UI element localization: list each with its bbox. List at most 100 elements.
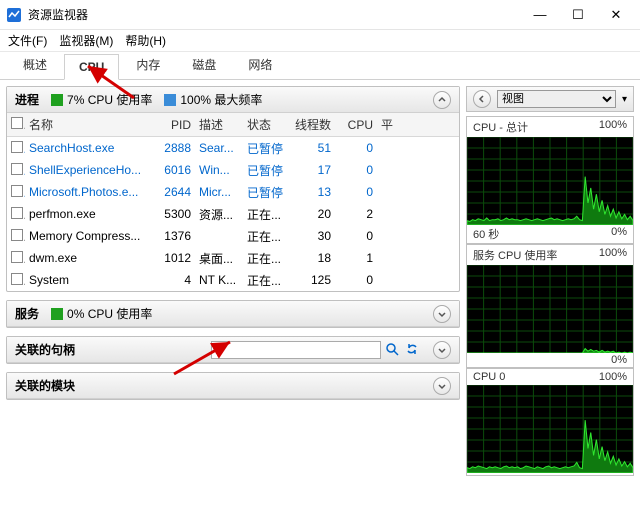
table-row[interactable]: ShellExperienceHo...6016Win...已暂停170: [7, 159, 459, 181]
cell-cpu: 0: [335, 185, 377, 199]
cell-name: System: [25, 273, 153, 287]
cell-status: 已暂停: [243, 184, 287, 201]
refresh-icon[interactable]: [405, 342, 421, 358]
cell-name: SearchHost.exe: [25, 141, 153, 155]
row-checkbox[interactable]: [11, 251, 23, 263]
chart-title: CPU - 总计: [473, 119, 528, 135]
services-cpu-icon: [51, 308, 63, 320]
cell-pid: 2644: [153, 185, 195, 199]
close-button[interactable]: ✕: [604, 7, 628, 23]
cell-threads: 18: [287, 251, 335, 265]
row-checkbox[interactable]: [11, 141, 23, 153]
cell-threads: 20: [287, 207, 335, 221]
handles-title: 关联的句柄: [15, 341, 75, 358]
cell-desc: 桌面...: [195, 250, 243, 267]
col-threads[interactable]: 线程数: [287, 116, 335, 133]
chart-min: 0%: [611, 226, 627, 242]
cell-pid: 4: [153, 273, 195, 287]
cell-status: 已暂停: [243, 162, 287, 179]
cell-cpu: 1: [335, 251, 377, 265]
select-all-checkbox[interactable]: [11, 117, 23, 129]
modules-panel: 关联的模块: [6, 372, 460, 400]
expand-services-icon[interactable]: [433, 305, 451, 323]
tab-cpu[interactable]: CPU: [64, 54, 119, 80]
cell-status: 正在...: [243, 250, 287, 267]
minimize-button[interactable]: —: [528, 7, 552, 23]
col-avg[interactable]: 平: [377, 116, 405, 133]
table-row[interactable]: Memory Compress...1376正在...300: [7, 225, 459, 247]
chart-title: CPU 0: [473, 371, 505, 383]
cell-pid: 5300: [153, 207, 195, 221]
cpu-usage-label: 7% CPU 使用率: [67, 91, 152, 108]
col-status[interactable]: 状态: [243, 116, 287, 133]
tab-memory[interactable]: 内存: [121, 50, 175, 79]
cell-threads: 30: [287, 229, 335, 243]
max-freq-icon: [164, 94, 176, 106]
cell-status: 已暂停: [243, 140, 287, 157]
cell-threads: 13: [287, 185, 335, 199]
menu-file[interactable]: 文件(F): [8, 32, 47, 49]
row-checkbox[interactable]: [11, 163, 23, 175]
cell-pid: 1376: [153, 229, 195, 243]
modules-title: 关联的模块: [15, 377, 75, 394]
services-cpu-label: 0% CPU 使用率: [67, 305, 152, 322]
table-row[interactable]: perfmon.exe5300资源...正在...202: [7, 203, 459, 225]
row-checkbox[interactable]: [11, 207, 23, 219]
menu-help[interactable]: 帮助(H): [125, 32, 166, 49]
window-title: 资源监视器: [28, 6, 528, 23]
cell-threads: 51: [287, 141, 335, 155]
processes-panel: 进程 7% CPU 使用率 100% 最大频率 名称 PID 描述 状态 线程数…: [6, 86, 460, 292]
max-freq-label: 100% 最大频率: [180, 91, 262, 108]
col-desc[interactable]: 描述: [195, 116, 243, 133]
tab-disk[interactable]: 磁盘: [177, 50, 231, 79]
menubar: 文件(F) 监视器(M) 帮助(H): [0, 30, 640, 52]
maximize-button[interactable]: ☐: [566, 7, 590, 23]
handles-panel: 关联的句柄: [6, 336, 460, 364]
cell-name: Microsoft.Photos.e...: [25, 185, 153, 199]
handles-search-input[interactable]: [211, 341, 381, 359]
chart: CPU - 总计100%60 秒0%: [466, 116, 634, 244]
col-name[interactable]: 名称: [25, 116, 153, 133]
dropdown-icon[interactable]: ▾: [622, 94, 627, 105]
search-icon[interactable]: [385, 342, 401, 358]
menu-monitor[interactable]: 监视器(M): [59, 32, 113, 49]
chart-min: 0%: [611, 354, 627, 366]
app-icon: [6, 7, 22, 23]
cell-cpu: 0: [335, 229, 377, 243]
cell-name: dwm.exe: [25, 251, 153, 265]
cell-cpu: 0: [335, 273, 377, 287]
cell-status: 正在...: [243, 206, 287, 223]
cell-pid: 1012: [153, 251, 195, 265]
table-row[interactable]: SearchHost.exe2888Sear...已暂停510: [7, 137, 459, 159]
view-select[interactable]: 视图: [497, 90, 616, 108]
row-checkbox[interactable]: [11, 185, 23, 197]
cell-desc: Sear...: [195, 141, 243, 155]
chart-max: 100%: [599, 247, 627, 263]
table-row[interactable]: System4NT K...正在...1250: [7, 269, 459, 291]
cell-status: 正在...: [243, 228, 287, 245]
cpu-usage-icon: [51, 94, 63, 106]
chart: CPU 0100%: [466, 368, 634, 476]
table-row[interactable]: dwm.exe1012桌面...正在...181: [7, 247, 459, 269]
services-title: 服务: [15, 305, 39, 322]
table-row[interactable]: Microsoft.Photos.e...2644Micr...已暂停130: [7, 181, 459, 203]
cell-cpu: 2: [335, 207, 377, 221]
col-pid[interactable]: PID: [153, 118, 195, 132]
col-cpu[interactable]: CPU: [335, 118, 377, 132]
row-checkbox[interactable]: [11, 229, 23, 241]
cell-cpu: 0: [335, 163, 377, 177]
cell-desc: Micr...: [195, 185, 243, 199]
tab-overview[interactable]: 概述: [8, 50, 62, 79]
cell-desc: Win...: [195, 163, 243, 177]
cell-threads: 125: [287, 273, 335, 287]
tab-network[interactable]: 网络: [233, 50, 287, 79]
expand-modules-icon[interactable]: [433, 377, 451, 395]
collapse-processes-icon[interactable]: [433, 91, 451, 109]
row-checkbox[interactable]: [11, 273, 23, 285]
tab-bar: 概述 CPU 内存 磁盘 网络: [0, 52, 640, 80]
collapse-charts-icon[interactable]: [473, 90, 491, 108]
cell-cpu: 0: [335, 141, 377, 155]
chart-xlabel: 60 秒: [473, 226, 499, 242]
expand-handles-icon[interactable]: [433, 341, 451, 359]
cell-name: perfmon.exe: [25, 207, 153, 221]
